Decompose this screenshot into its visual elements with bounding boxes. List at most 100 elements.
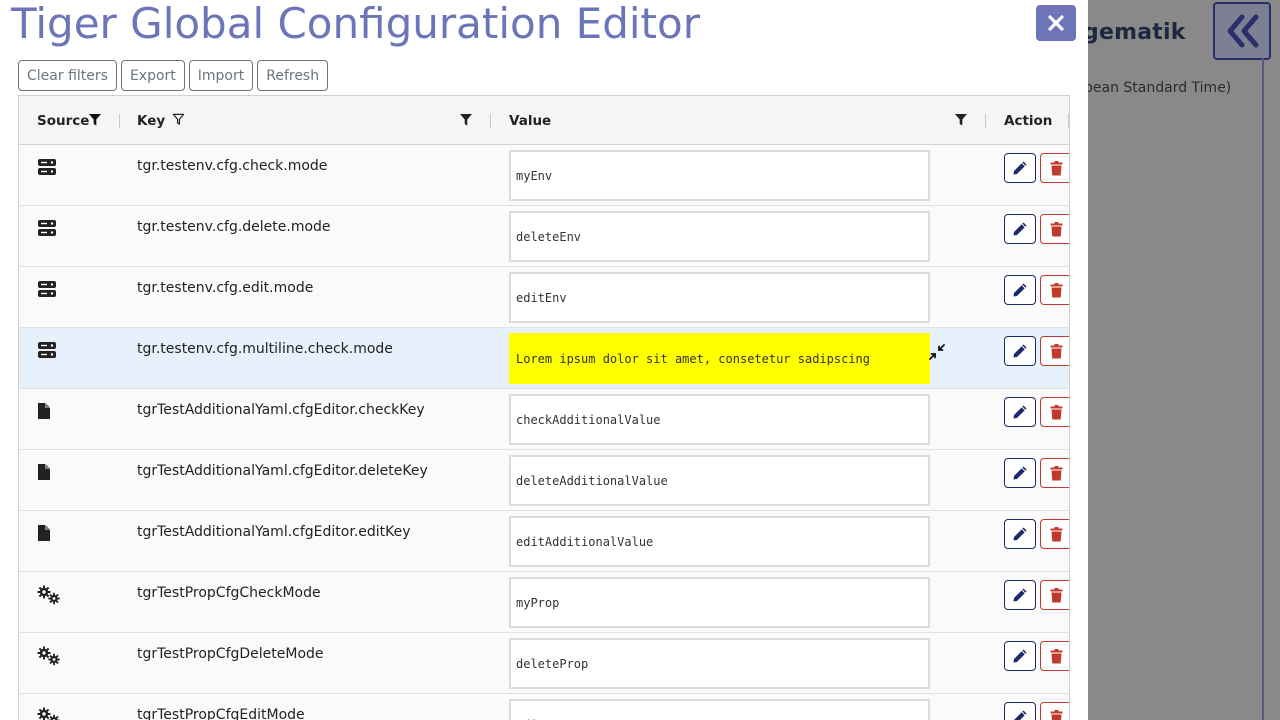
- config-editor-modal: Tiger Global Configuration Editor Clear …: [0, 0, 1088, 720]
- edit-button[interactable]: [1004, 336, 1036, 366]
- edit-button[interactable]: [1004, 519, 1036, 549]
- import-button[interactable]: Import: [188, 60, 254, 91]
- column-separator[interactable]: [1068, 114, 1069, 128]
- config-value-field[interactable]: editAdditionalValue: [509, 516, 930, 567]
- table-row[interactable]: tgr.testenv.cfg.multiline.check.mode Lore…: [19, 328, 1069, 389]
- table-row[interactable]: tgrTestAdditionalYaml.cfgEditor.checkKey…: [19, 389, 1069, 450]
- pencil-icon: [1013, 527, 1027, 541]
- edit-button[interactable]: [1004, 153, 1036, 183]
- trash-icon: [1050, 221, 1062, 236]
- edit-button[interactable]: [1004, 214, 1036, 244]
- delete-button[interactable]: [1040, 580, 1069, 610]
- pencil-icon: [1013, 649, 1027, 663]
- export-button[interactable]: Export: [120, 60, 185, 91]
- delete-button[interactable]: [1040, 397, 1069, 427]
- config-grid: Source Key Value Action tgr.testenv.cfg.…: [18, 95, 1070, 720]
- config-value-field[interactable]: editProp: [509, 699, 930, 720]
- trash-icon: [1050, 404, 1062, 419]
- config-value-field[interactable]: myProp: [509, 577, 930, 628]
- column-header-source[interactable]: Source: [37, 96, 89, 145]
- gears-icon: [37, 707, 61, 720]
- toolbar: Clear filters Export Import Refresh: [18, 60, 329, 91]
- column-separator[interactable]: [490, 114, 491, 128]
- edit-button[interactable]: [1004, 397, 1036, 427]
- file-icon: [37, 524, 51, 546]
- config-value-field[interactable]: Lorem ipsum dolor sit amet, consetetur s…: [509, 333, 930, 384]
- delete-button[interactable]: [1040, 641, 1069, 671]
- gears-icon: [37, 646, 61, 670]
- config-key: tgrTestAdditionalYaml.cfgEditor.checkKey: [137, 402, 425, 418]
- edit-button[interactable]: [1004, 580, 1036, 610]
- edit-button[interactable]: [1004, 458, 1036, 488]
- edit-button[interactable]: [1004, 275, 1036, 305]
- file-icon: [37, 402, 51, 424]
- pencil-icon: [1013, 344, 1027, 358]
- value-filter-icon[interactable]: [954, 113, 968, 127]
- server-icon: [37, 219, 57, 241]
- sidebar-divider: [1262, 58, 1264, 720]
- column-header-action: Action: [1004, 112, 1053, 129]
- collapse-arrows-icon[interactable]: [929, 344, 945, 360]
- trash-icon: [1050, 465, 1062, 480]
- table-row[interactable]: tgr.testenv.cfg.check.mode myEnv: [19, 145, 1069, 206]
- column-header-value[interactable]: Value: [509, 96, 551, 145]
- key-column-menu-icon[interactable]: [459, 113, 473, 127]
- delete-button[interactable]: [1040, 275, 1069, 305]
- config-value-field[interactable]: deleteAdditionalValue: [509, 455, 930, 506]
- brand-logo-text: gematik: [1083, 20, 1186, 45]
- delete-button[interactable]: [1040, 214, 1069, 244]
- source-filter-active-icon[interactable]: [88, 113, 102, 127]
- column-separator[interactable]: [119, 114, 120, 128]
- edit-button[interactable]: [1004, 641, 1036, 671]
- table-row[interactable]: tgrTestAdditionalYaml.cfgEditor.deleteKe…: [19, 450, 1069, 511]
- table-row[interactable]: tgr.testenv.cfg.delete.mode deleteEnv: [19, 206, 1069, 267]
- close-icon: [1048, 15, 1064, 31]
- config-key: tgrTestAdditionalYaml.cfgEditor.editKey: [137, 524, 411, 540]
- table-row[interactable]: tgrTestAdditionalYaml.cfgEditor.editKey e…: [19, 511, 1069, 572]
- server-icon: [37, 341, 57, 363]
- trash-icon: [1050, 648, 1062, 663]
- server-icon: [37, 280, 57, 302]
- config-value-field[interactable]: checkAdditionalValue: [509, 394, 930, 445]
- config-value-field[interactable]: editEnv: [509, 272, 930, 323]
- delete-button[interactable]: [1040, 519, 1069, 549]
- delete-button[interactable]: [1040, 458, 1069, 488]
- table-row[interactable]: tgrTestPropCfgCheckMode myProp: [19, 572, 1069, 633]
- config-value-field[interactable]: deleteProp: [509, 638, 930, 689]
- key-filter-icon[interactable]: [172, 113, 185, 126]
- delete-button[interactable]: [1040, 702, 1069, 720]
- delete-button[interactable]: [1040, 336, 1069, 366]
- modal-title: Tiger Global Configuration Editor: [11, 0, 700, 48]
- pencil-icon: [1014, 710, 1027, 720]
- refresh-button[interactable]: Refresh: [257, 60, 329, 91]
- column-separator[interactable]: [985, 114, 986, 128]
- edit-button[interactable]: [1004, 702, 1036, 720]
- table-row[interactable]: tgrTestPropCfgEditMode editProp: [19, 694, 1069, 720]
- grid-header: Source Key Value Action: [19, 96, 1069, 145]
- table-row[interactable]: tgr.testenv.cfg.edit.mode editEnv: [19, 267, 1069, 328]
- config-key: tgr.testenv.cfg.check.mode: [137, 158, 328, 174]
- pencil-icon: [1013, 222, 1027, 236]
- server-icon: [37, 158, 57, 180]
- config-key: tgrTestAdditionalYaml.cfgEditor.deleteKe…: [137, 463, 428, 479]
- background-app: [1088, 0, 1280, 720]
- column-header-key[interactable]: Key: [137, 96, 165, 145]
- trash-icon: [1050, 587, 1062, 602]
- file-icon: [37, 463, 51, 485]
- pencil-icon: [1013, 161, 1027, 175]
- clear-filters-button[interactable]: Clear filters: [18, 60, 117, 91]
- config-value-field[interactable]: deleteEnv: [509, 211, 930, 262]
- trash-icon: [1050, 282, 1062, 297]
- config-key: tgrTestPropCfgEditMode: [137, 707, 305, 720]
- trash-icon: [1050, 160, 1062, 175]
- trash-icon: [1050, 343, 1062, 358]
- config-value-field[interactable]: myEnv: [509, 150, 930, 201]
- table-row[interactable]: tgrTestPropCfgDeleteMode deleteProp: [19, 633, 1069, 694]
- collapse-sidebar-button[interactable]: [1213, 2, 1271, 60]
- config-key: tgr.testenv.cfg.edit.mode: [137, 280, 314, 296]
- pencil-icon: [1013, 588, 1027, 602]
- double-chevron-left-icon: [1227, 14, 1259, 48]
- close-button[interactable]: [1036, 5, 1076, 41]
- config-key: tgrTestPropCfgCheckMode: [137, 585, 321, 601]
- delete-button[interactable]: [1040, 153, 1069, 183]
